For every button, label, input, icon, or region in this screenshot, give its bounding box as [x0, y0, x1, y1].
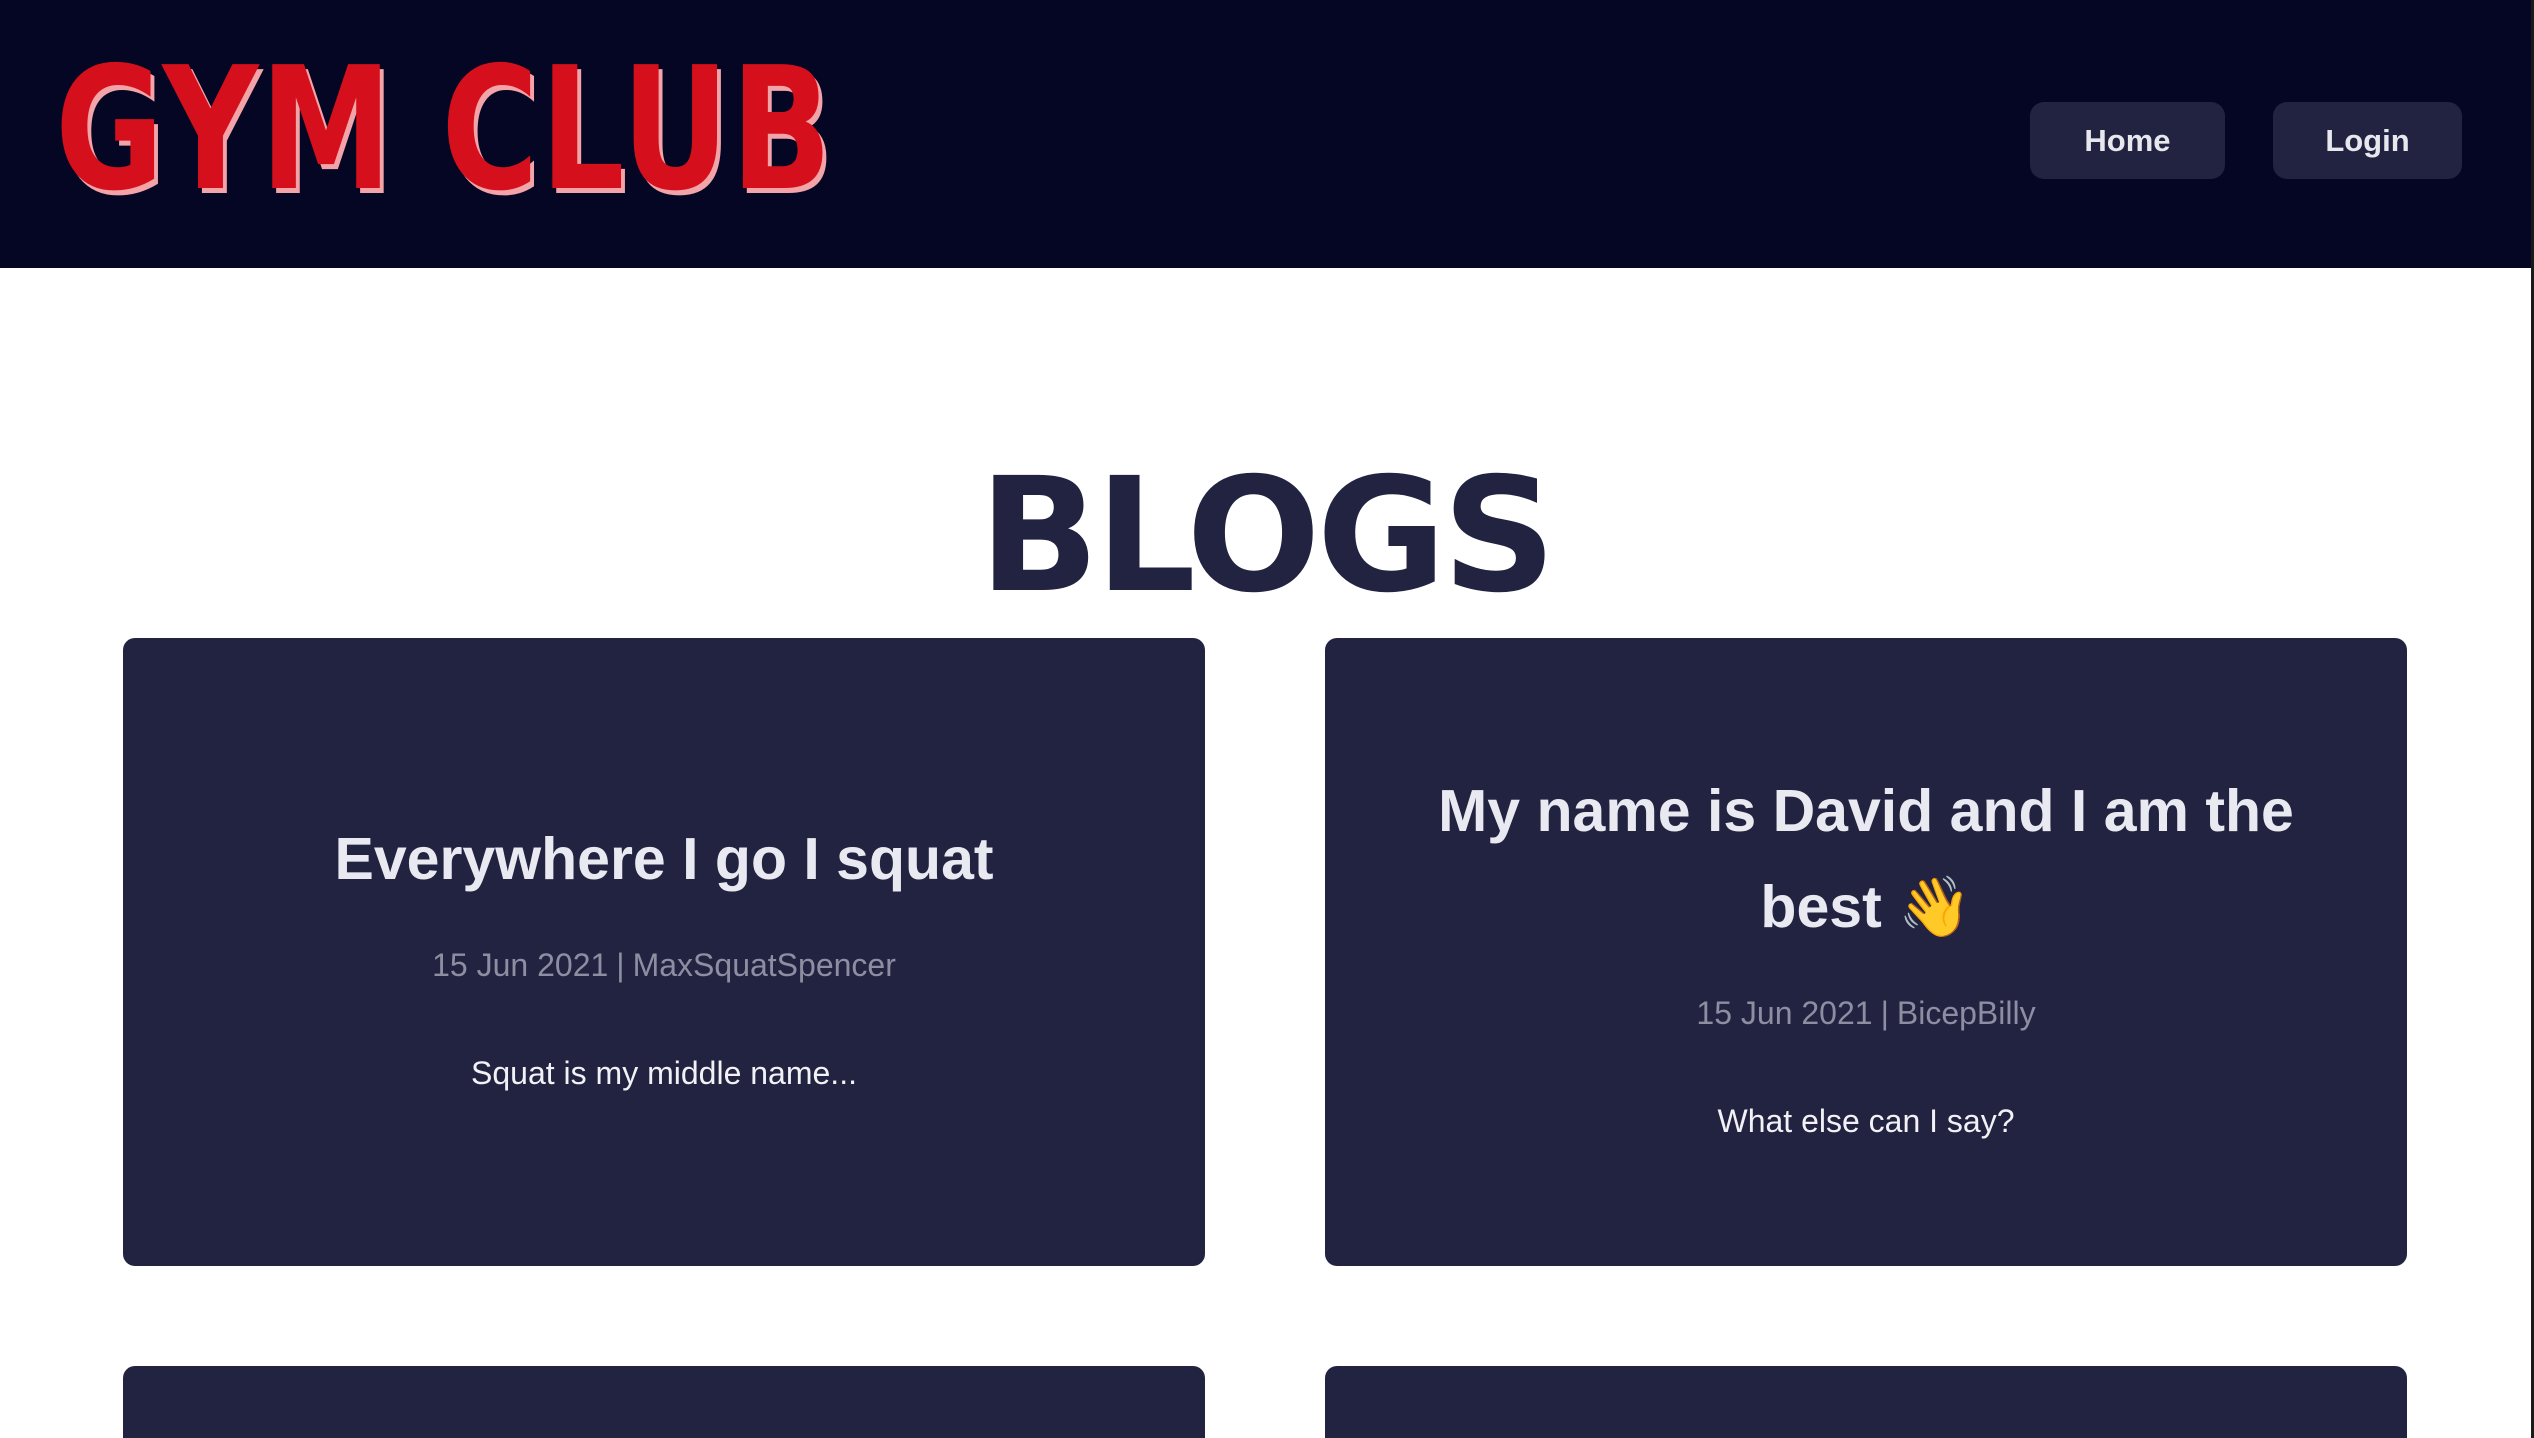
blog-card[interactable]: My name is David and I am the best 👋 15 … [1325, 638, 2407, 1266]
blog-card-date: 15 Jun 2021 [432, 947, 609, 983]
blog-card-excerpt: What else can I say? [1717, 1103, 2015, 1139]
blog-card-title[interactable]: Everywhere I go I squat [334, 811, 993, 907]
blog-card-date: 15 Jun 2021 [1696, 995, 1873, 1031]
blog-card[interactable] [1325, 1366, 2407, 1438]
blog-card-author: MaxSquatSpencer [632, 947, 896, 983]
meta-separator: | [616, 947, 625, 983]
login-button[interactable]: Login [2273, 102, 2462, 179]
meta-separator: | [1880, 995, 1889, 1031]
blog-card-title[interactable]: My name is David and I am the best 👋 [1415, 763, 2317, 955]
home-button[interactable]: Home [2030, 102, 2225, 179]
page-title: BLOGS [978, 443, 1556, 628]
top-navbar: GYM CLUB Home Login [0, 0, 2531, 268]
blog-card-excerpt: Squat is my middle name... [471, 1055, 857, 1091]
blog-card-author: BicepBilly [1896, 995, 2036, 1031]
page: GYM CLUB Home Login BLOGS Everywhere I g… [0, 0, 2534, 1438]
blog-card-meta: 15 Jun 2021 | MaxSquatSpencer [432, 945, 896, 985]
blog-card-meta: 15 Jun 2021 | BicepBilly [1696, 993, 2035, 1033]
gym-club-logo[interactable]: GYM CLUB [55, 45, 833, 215]
blog-card[interactable]: Everywhere I go I squat 15 Jun 2021 | MaxS… [123, 638, 1205, 1266]
blog-card[interactable] [123, 1366, 1205, 1438]
